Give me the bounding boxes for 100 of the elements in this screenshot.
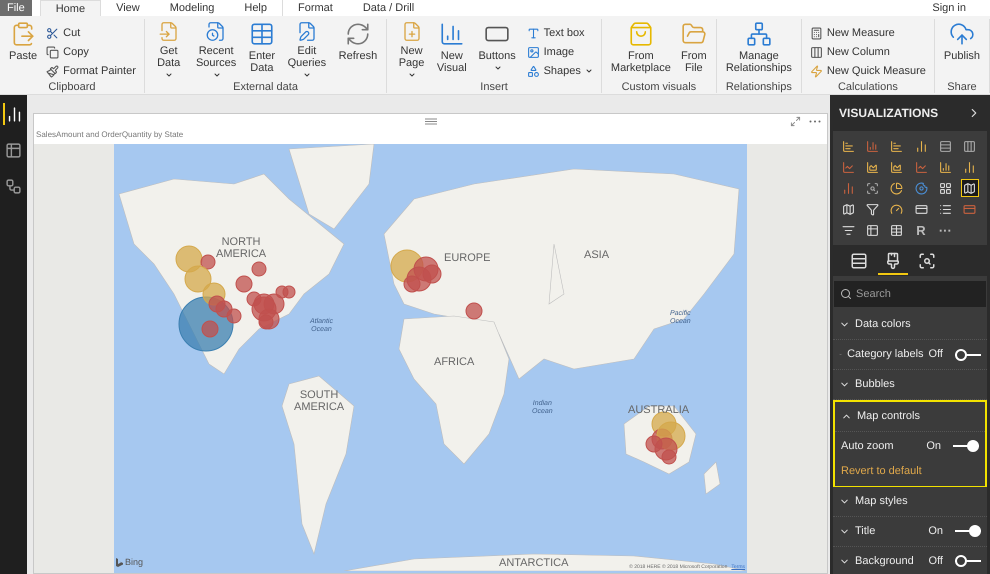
pane-title: VISUALIZATIONS [839, 105, 938, 122]
matrix-icon [890, 224, 904, 236]
revert-link[interactable]: Revert to default [841, 463, 979, 480]
drag-handle-icon[interactable] [424, 118, 436, 124]
report-icon [6, 106, 23, 122]
donut-icon [914, 182, 928, 194]
shopping-bag-icon [628, 21, 654, 47]
visual-type-button[interactable]: R [912, 221, 930, 239]
ribbon-button[interactable]: From Marketplace [606, 19, 676, 81]
upload-icon [948, 21, 975, 47]
ribbon-button[interactable]: Text box [522, 24, 597, 42]
waterfall-icon [842, 182, 854, 194]
ribbon-button[interactable]: New Measure [806, 24, 930, 42]
toggle-state-label: Off [928, 347, 943, 362]
text-box-icon [526, 26, 540, 40]
section-header[interactable]: Title On [833, 516, 987, 546]
section-header[interactable]: Bubbles [833, 370, 987, 399]
ribbon-button[interactable]: Edit Queries [280, 19, 334, 81]
bar-chart-icon [438, 21, 465, 47]
more-options-icon[interactable] [809, 120, 821, 123]
file-menu[interactable]: File [0, 0, 32, 16]
menu-tab[interactable]: Help [229, 0, 282, 16]
section-header[interactable]: Map controls [835, 402, 985, 431]
ribbon-button[interactable]: New Quick Measure [806, 62, 930, 80]
gauge-icon [890, 202, 904, 216]
toggle-state-label: Off [928, 554, 943, 569]
stacked-column-icon [866, 140, 879, 152]
paintbrush-icon [46, 64, 60, 78]
caret-icon [303, 71, 312, 80]
ribbon-button[interactable]: Image [522, 43, 597, 61]
table-icon [866, 224, 879, 236]
table-icon [248, 21, 275, 47]
ribbon-group-label: Calculations [838, 81, 898, 93]
caret-icon [212, 71, 221, 80]
ribbon-button[interactable]: Buttons [472, 19, 523, 81]
toggle-switch[interactable] [955, 525, 981, 537]
ribbon-button[interactable]: Refresh [334, 19, 382, 81]
visual-type-button[interactable] [960, 179, 979, 197]
ribbon-button[interactable]: New Page [391, 19, 432, 81]
toggle-state-label: On [928, 524, 943, 539]
ribbon-group-label: Insert [480, 81, 508, 93]
pie-chart-icon [890, 182, 904, 194]
section-header[interactable]: Background Off [833, 546, 987, 574]
ribbon-button[interactable]: Enter Data [244, 19, 280, 81]
stacked-bar-icon [842, 140, 854, 152]
column-icon [810, 46, 823, 58]
caret-icon [584, 67, 593, 75]
toggle-state-label: On [926, 438, 941, 454]
search-icon [840, 288, 852, 300]
section-header[interactable]: Category labels Off [833, 340, 987, 369]
continent-label: AUSTRALIA [628, 404, 690, 416]
ribbon-button[interactable]: New Column [806, 43, 930, 61]
ribbon-button[interactable]: Shapes [522, 62, 597, 80]
ribbon-button[interactable]: Recent Sources [188, 19, 244, 81]
stacked-area-icon [890, 160, 904, 174]
ribbon-button[interactable]: Manage Relationships [720, 19, 797, 81]
ribbon-button[interactable]: From File [676, 19, 712, 81]
menu-tab[interactable]: Modeling [154, 0, 230, 16]
menu-tab[interactable]: Data / Drill [348, 0, 430, 16]
fields-icon [850, 252, 868, 270]
ribbon-group-label: Custom visuals [622, 81, 696, 93]
caret-icon [165, 71, 174, 80]
visual-title: SalesAmount and OrderQuantity by State [35, 129, 184, 141]
ribbon-group-label: Clipboard [48, 81, 96, 93]
ribbon-button[interactable]: Copy [42, 43, 140, 61]
ribbon-button[interactable]: New Visual [432, 19, 472, 81]
ribbon-button[interactable]: Cut [42, 24, 140, 42]
clustered-bar-icon [890, 140, 904, 152]
setting-label: Auto zoom [841, 438, 894, 454]
ribbon-button[interactable]: Publish [938, 19, 985, 81]
bing-logo-icon [116, 558, 123, 567]
area-chart-icon [866, 160, 879, 174]
continent-label: AFRICA [434, 356, 474, 368]
paint-roller-icon [884, 252, 902, 270]
search-field[interactable]: Search [834, 281, 986, 307]
ribbon-button[interactable]: Paste [4, 19, 42, 81]
section-header[interactable]: Data colors [833, 310, 987, 339]
ribbon-group-label: Relationships [726, 81, 792, 93]
ribbon-button[interactable]: Get Data [148, 19, 188, 81]
section-header[interactable]: Map styles [833, 486, 987, 516]
refresh-icon [344, 21, 371, 47]
caret-icon [408, 71, 416, 80]
ribbon-button[interactable]: Format Painter [42, 62, 140, 80]
continent-label: ASIA [584, 249, 610, 261]
menu-tab[interactable]: View [101, 0, 155, 16]
data-grid-icon [5, 142, 22, 158]
sign-in-link[interactable]: Sign in [932, 0, 966, 16]
shapes-icon [526, 64, 540, 78]
toggle-switch[interactable] [953, 440, 979, 452]
continent-label: ANTARCTICA [499, 557, 568, 569]
analytics-icon [918, 252, 936, 270]
visual-type-button[interactable]: ··· [936, 221, 954, 239]
toggle-switch[interactable] [955, 348, 981, 360]
caret-icon [494, 64, 502, 72]
toggle-switch[interactable] [955, 555, 981, 567]
model-diagram-icon [5, 178, 22, 194]
funnel-icon [866, 202, 879, 216]
focus-mode-icon[interactable] [790, 116, 801, 127]
list-icon [938, 202, 952, 216]
menu-tab[interactable]: Home [40, 0, 102, 16]
